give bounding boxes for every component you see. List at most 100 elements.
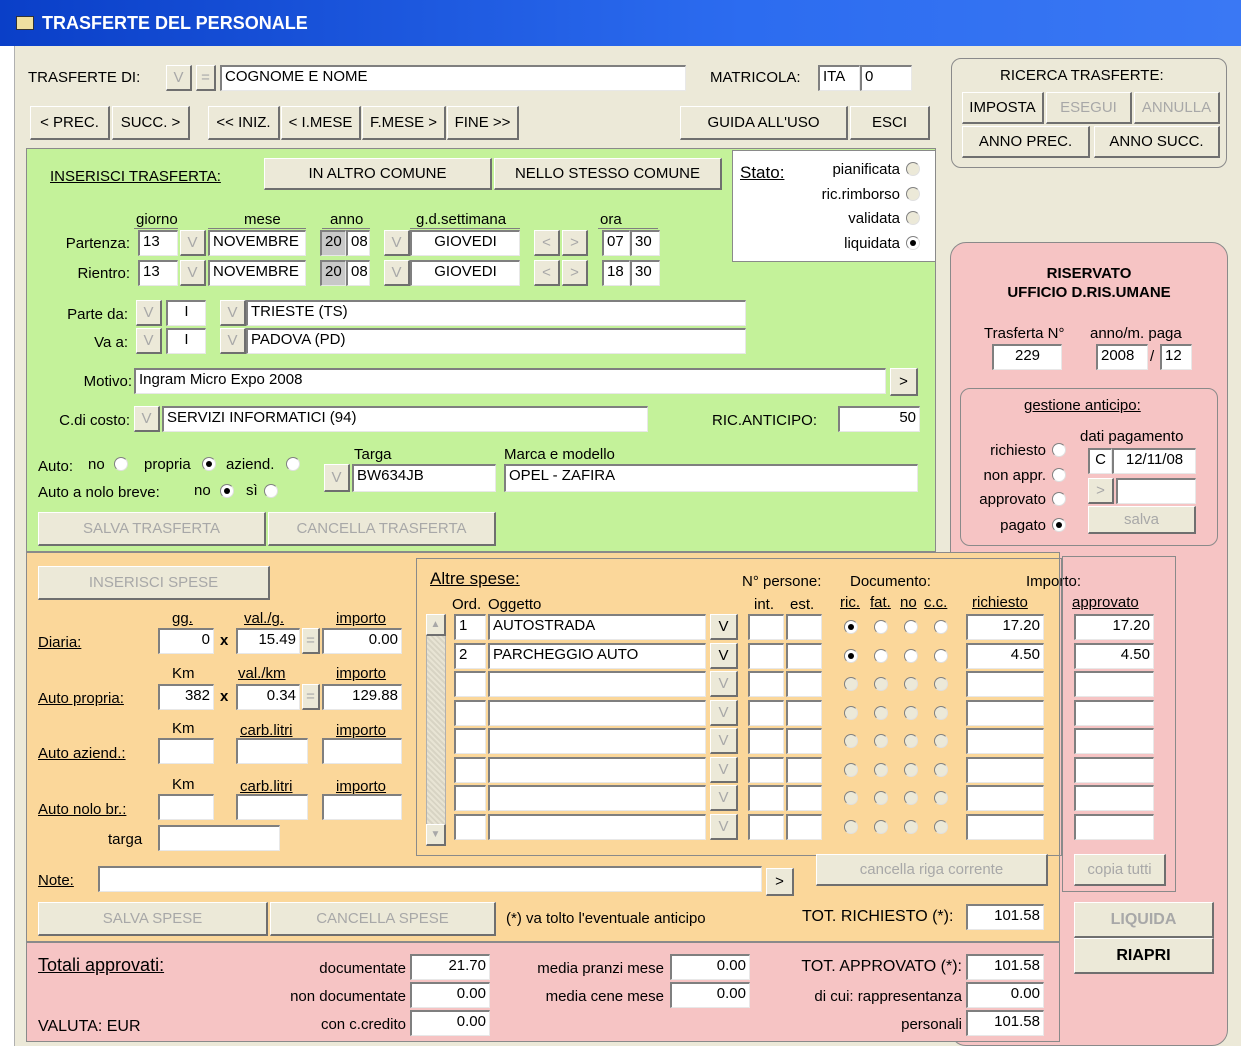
row-oggetto-field[interactable] <box>488 700 706 726</box>
row-ric-radio[interactable] <box>844 649 858 663</box>
propria-km-field[interactable]: 382 <box>158 684 214 710</box>
row-int-field[interactable] <box>748 814 784 840</box>
row-oggetto-lookup[interactable]: V <box>710 785 738 811</box>
annulla-button[interactable]: ANNULLA <box>1134 92 1220 124</box>
row-fat-radio[interactable] <box>874 820 888 834</box>
va-country[interactable]: I <box>166 328 206 354</box>
row-fat-radio[interactable] <box>874 649 888 663</box>
row-richiesto-field[interactable]: 17.20 <box>966 614 1044 640</box>
aziend-km-field[interactable] <box>158 738 214 764</box>
costo-field[interactable]: SERVIZI INFORMATICI (94) <box>162 406 648 432</box>
rientro-ora-h[interactable]: 18 <box>602 260 630 286</box>
stato-pianificata-radio[interactable] <box>906 162 920 176</box>
rientro-anno-year[interactable]: 08 <box>346 260 370 286</box>
aziend-litri-field[interactable] <box>236 738 308 764</box>
row-int-field[interactable] <box>748 785 784 811</box>
row-ric-radio[interactable] <box>844 791 858 805</box>
riapri-button[interactable]: RIAPRI <box>1074 938 1214 974</box>
stato-ricrimborso-radio[interactable] <box>906 187 920 201</box>
row-int-field[interactable] <box>748 700 784 726</box>
row-ord-field[interactable]: 2 <box>454 643 486 669</box>
row-ord-field[interactable] <box>454 814 486 840</box>
esegui-button[interactable]: ESEGUI <box>1046 92 1132 124</box>
anticipo-field[interactable]: 50 <box>838 406 920 432</box>
va-city[interactable]: PADOVA (PD) <box>246 328 746 354</box>
row-cc-radio[interactable] <box>934 649 948 663</box>
pagamento-tipo-field[interactable]: C <box>1088 448 1112 474</box>
row-ord-field[interactable] <box>454 757 486 783</box>
parte-country-lookup[interactable]: V <box>136 300 162 326</box>
name-field[interactable]: COGNOME E NOME <box>220 65 686 91</box>
partenza-mese[interactable]: NOVEMBRE <box>208 230 306 256</box>
row-oggetto-field[interactable] <box>488 728 706 754</box>
row-int-field[interactable] <box>748 643 784 669</box>
matricola-number-field[interactable]: 0 <box>860 65 912 91</box>
row-est-field[interactable] <box>786 614 822 640</box>
inserisci-spese-button[interactable]: INSERISCI SPESE <box>38 566 270 600</box>
auto-propria-radio[interactable] <box>202 457 216 471</box>
targa-lookup[interactable]: V <box>324 464 350 492</box>
imposta-button[interactable]: IMPOSTA <box>962 92 1044 124</box>
rientro-mese-lookup[interactable]: V <box>180 260 206 286</box>
pagamento-data-field[interactable]: 12/11/08 <box>1112 448 1196 474</box>
parte-city-lookup[interactable]: V <box>220 300 246 326</box>
partenza-ora-m[interactable]: 30 <box>630 230 660 256</box>
partenza-ora-up[interactable]: > <box>562 230 588 256</box>
row-oggetto-field[interactable] <box>488 814 706 840</box>
nolo-no-radio[interactable] <box>220 484 234 498</box>
row-est-field[interactable] <box>786 757 822 783</box>
rientro-gds-lookup[interactable]: V <box>384 260 410 286</box>
rientro-giorno[interactable]: 13 <box>138 260 178 286</box>
row-richiesto-field[interactable]: 4.50 <box>966 643 1044 669</box>
row-oggetto-field[interactable] <box>488 757 706 783</box>
matricola-prefix-field[interactable]: ITA <box>818 65 860 91</box>
row-ric-radio[interactable] <box>844 706 858 720</box>
nolo-km-field[interactable] <box>158 794 214 820</box>
cancella-riga-button[interactable]: cancella riga corrente <box>816 854 1048 886</box>
anticipo-salva-button[interactable]: salva <box>1088 506 1196 534</box>
row-no-radio[interactable] <box>904 820 918 834</box>
anticipo-approvato-radio[interactable] <box>1052 492 1066 506</box>
row-oggetto-lookup[interactable]: V <box>710 700 738 726</box>
aziend-importo-field[interactable] <box>322 738 402 764</box>
row-ord-field[interactable]: 1 <box>454 614 486 640</box>
row-richiesto-field[interactable] <box>966 785 1044 811</box>
equals-button[interactable]: = <box>196 65 216 91</box>
motivo-expand-button[interactable]: > <box>890 368 918 396</box>
pagamento-expand-button[interactable]: > <box>1088 478 1114 504</box>
first-button[interactable]: << INIZ. <box>208 106 280 140</box>
row-fat-radio[interactable] <box>874 734 888 748</box>
row-oggetto-lookup[interactable]: V <box>710 728 738 754</box>
row-ric-radio[interactable] <box>844 620 858 634</box>
partenza-ora-h[interactable]: 07 <box>602 230 630 256</box>
row-ord-field[interactable] <box>454 785 486 811</box>
costo-lookup[interactable]: V <box>134 406 160 432</box>
row-no-radio[interactable] <box>904 677 918 691</box>
nolo-importo-field[interactable] <box>322 794 402 820</box>
partenza-gds[interactable]: GIOVEDI <box>410 230 520 256</box>
marca-field[interactable]: OPEL - ZAFIRA <box>504 464 918 492</box>
row-ord-field[interactable] <box>454 671 486 697</box>
row-richiesto-field[interactable] <box>966 728 1044 754</box>
anticipo-nonappr-radio[interactable] <box>1052 468 1066 482</box>
row-no-radio[interactable] <box>904 791 918 805</box>
row-fat-radio[interactable] <box>874 791 888 805</box>
row-fat-radio[interactable] <box>874 677 888 691</box>
parte-country[interactable]: I <box>166 300 206 326</box>
row-richiesto-field[interactable] <box>966 700 1044 726</box>
month-start-button[interactable]: < I.MESE <box>281 106 361 140</box>
anno-succ-button[interactable]: ANNO SUCC. <box>1094 126 1220 158</box>
row-oggetto-lookup[interactable]: V <box>710 643 738 669</box>
row-ric-radio[interactable] <box>844 734 858 748</box>
targa-nolo-field[interactable] <box>158 825 280 851</box>
propria-valkm-field[interactable]: 0.34 <box>236 684 300 710</box>
va-country-lookup[interactable]: V <box>136 328 162 354</box>
row-oggetto-field[interactable] <box>488 671 706 697</box>
auto-no-radio[interactable] <box>114 457 128 471</box>
row-cc-radio[interactable] <box>934 706 948 720</box>
row-ric-radio[interactable] <box>844 677 858 691</box>
row-fat-radio[interactable] <box>874 763 888 777</box>
row-richiesto-field[interactable] <box>966 814 1044 840</box>
anticipo-richiesto-radio[interactable] <box>1052 443 1066 457</box>
salva-spese-button[interactable]: SALVA SPESE <box>38 902 268 936</box>
